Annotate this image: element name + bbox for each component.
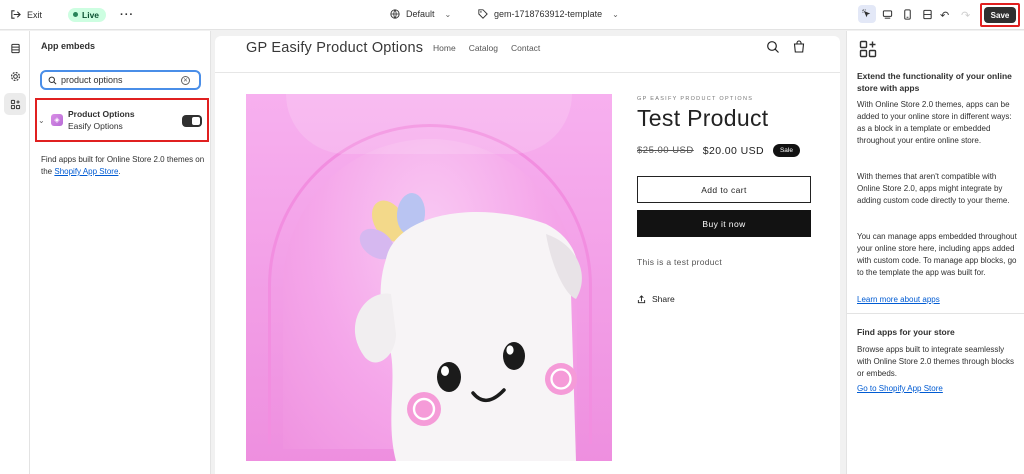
cart-icon[interactable]	[792, 40, 806, 54]
exit-label: Exit	[27, 9, 43, 20]
compare-at-price: $25.00 USD	[637, 145, 694, 156]
product-description: This is a test product	[637, 257, 723, 267]
undo-icon[interactable]: ↶	[940, 9, 949, 22]
inspector-button[interactable]	[858, 5, 876, 23]
easify-app-icon: ◈	[51, 114, 63, 126]
search-icon[interactable]	[766, 40, 780, 54]
desktop-view-button[interactable]	[878, 5, 896, 23]
apps-icon	[10, 99, 20, 109]
chevron-down-icon: ⌄	[612, 9, 619, 19]
help-paragraph-1: With Online Store 2.0 themes, apps can b…	[857, 100, 1012, 145]
store-name[interactable]: GP Easify Product Options	[246, 40, 423, 56]
help-heading: Extend the functionality of your online …	[857, 71, 1012, 93]
add-to-cart-button[interactable]: Add to cart	[637, 176, 811, 203]
product-title: Test Product	[637, 105, 769, 131]
app-embeds-rail-button[interactable]	[4, 93, 26, 115]
product-vendor: GP EASIFY PRODUCT OPTIONS	[637, 96, 754, 102]
shopify-app-store-link[interactable]: Shopify App Store	[54, 167, 118, 176]
share-label: Share	[652, 294, 675, 304]
learn-more-apps-link[interactable]: Learn more about apps	[857, 295, 940, 304]
live-badge: Live	[68, 7, 107, 22]
template-name: gem-1718763912-template	[494, 9, 603, 19]
sale-badge: Sale	[772, 144, 800, 157]
apps-icon	[859, 40, 877, 58]
share-button[interactable]: Share	[637, 294, 675, 304]
go-to-app-store-link[interactable]: Go to Shopify App Store	[857, 384, 943, 393]
view-toolbar	[858, 5, 936, 23]
fullscreen-view-button[interactable]	[918, 5, 936, 23]
live-label: Live	[82, 9, 100, 20]
find-apps-paragraph: Browse apps built to integrate seamlessl…	[857, 345, 1014, 378]
app-embed-name: Product Options	[68, 109, 135, 119]
cursor-icon	[861, 8, 870, 17]
save-button[interactable]: Save	[984, 7, 1016, 23]
app-embeds-panel: App embeds ✕ ⌄ ◈ Product Options Easify …	[30, 31, 211, 474]
store-nav: Home Catalog Contact	[433, 43, 540, 53]
app-embed-toggle[interactable]	[182, 115, 202, 127]
chevron-down-icon[interactable]: ⌄	[38, 116, 50, 125]
more-actions-button[interactable]: ···	[120, 9, 134, 21]
layout-icon	[922, 9, 932, 19]
mobile-icon	[903, 8, 911, 20]
share-icon	[637, 294, 646, 303]
globe-icon	[390, 9, 400, 19]
theme-name: Default	[406, 9, 435, 19]
clear-search-icon[interactable]: ✕	[181, 75, 190, 85]
exit-button[interactable]: Exit	[10, 9, 42, 20]
template-selector[interactable]: gem-1718763912-template ⌄	[478, 9, 619, 19]
theme-settings-rail-button[interactable]	[4, 65, 26, 87]
find-apps-text: Find apps built for Online Store 2.0 the…	[41, 154, 206, 178]
help-paragraph-2: With themes that aren't compatible with …	[857, 172, 1010, 205]
tag-icon	[478, 9, 488, 19]
redo-icon[interactable]: ↷	[961, 9, 970, 22]
mobile-view-button[interactable]	[898, 5, 916, 23]
buy-now-button[interactable]: Buy it now	[637, 210, 811, 237]
nav-catalog[interactable]: Catalog	[469, 43, 498, 53]
chevron-down-icon: ⌄	[444, 9, 452, 19]
exit-icon	[11, 10, 21, 19]
nav-home[interactable]: Home	[433, 43, 456, 53]
help-panel: Extend the functionality of your online …	[846, 31, 1024, 474]
app-embed-vendor: Easify Options	[68, 121, 123, 131]
search-input[interactable]	[61, 75, 177, 85]
search-icon	[48, 76, 57, 84]
divider	[847, 313, 1024, 314]
gear-icon	[10, 71, 20, 81]
search-box[interactable]: ✕	[40, 70, 201, 90]
icon-rail	[0, 31, 30, 474]
nav-contact[interactable]: Contact	[511, 43, 540, 53]
store-header: GP Easify Product Options Home Catalog C…	[215, 36, 840, 73]
product-image[interactable]	[246, 94, 612, 461]
help-paragraph-3: You can manage apps embedded throughout …	[857, 232, 1017, 277]
app-embed-item[interactable]: ⌄ ◈ Product Options Easify Options	[38, 102, 204, 138]
storefront-preview: GP Easify Product Options Home Catalog C…	[215, 36, 840, 474]
desktop-icon	[882, 9, 892, 19]
find-apps-suffix: .	[118, 167, 121, 176]
sections-icon	[10, 43, 20, 53]
price-row: $25.00 USD $20.00 USD Sale	[637, 144, 800, 157]
sections-rail-button[interactable]	[4, 37, 26, 59]
find-apps-heading: Find apps for your store	[857, 327, 955, 337]
sale-price: $20.00 USD	[702, 144, 764, 157]
theme-selector[interactable]: Default ⌄	[390, 9, 451, 19]
glass-reflection	[286, 94, 572, 154]
panel-title: App embeds	[41, 41, 96, 51]
live-dot-icon	[73, 12, 79, 17]
